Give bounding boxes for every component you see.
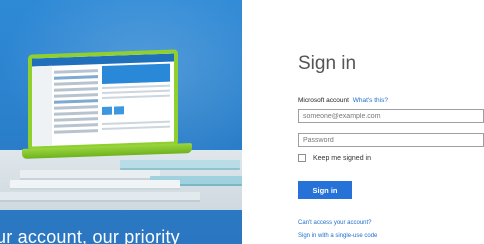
whats-this-link[interactable]: What's this? [353, 97, 388, 104]
single-use-code-link[interactable]: Sign in with a single-use code [298, 233, 377, 239]
sign-in-button[interactable]: Sign in [298, 181, 352, 199]
hero-book [10, 180, 180, 190]
sign-in-form: Sign in Microsoft account What's this? K… [298, 0, 484, 244]
account-label-row: Microsoft account What's this? [298, 97, 388, 104]
laptop-image [28, 49, 178, 151]
hero-panel: ur account, our priority [0, 0, 242, 244]
mail-message-list [54, 66, 98, 146]
hero-tagline: ur account, our priority [0, 227, 180, 244]
login-page: ur account, our priority Sign in Microso… [0, 0, 484, 244]
page-title: Sign in [298, 53, 357, 74]
mail-folder-pane [32, 65, 52, 147]
laptop-display [32, 53, 174, 147]
keep-signed-in-label: Keep me signed in [313, 154, 371, 162]
account-label: Microsoft account [298, 97, 349, 104]
hero-book [20, 170, 160, 180]
cant-access-account-link[interactable]: Can't access your account? [298, 220, 372, 226]
email-field[interactable] [298, 109, 484, 123]
keep-signed-in-checkbox[interactable] [298, 154, 306, 162]
password-field[interactable] [298, 133, 484, 147]
mail-reading-pane [102, 63, 170, 144]
hero-book [0, 192, 200, 202]
hero-book [120, 160, 240, 170]
keep-signed-in[interactable]: Keep me signed in [298, 154, 371, 162]
